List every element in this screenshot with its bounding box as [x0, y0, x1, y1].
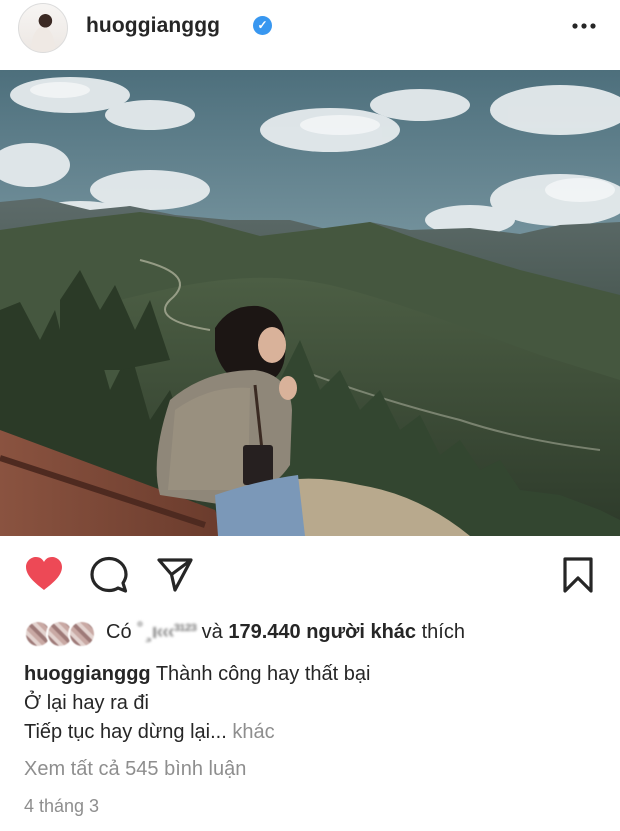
bookmark-icon[interactable] — [560, 556, 596, 594]
likes-count[interactable]: 179.440 người khác — [228, 621, 416, 643]
caption-more-link[interactable]: khác — [232, 721, 274, 743]
heart-filled-icon[interactable] — [24, 556, 64, 592]
action-bar — [0, 536, 620, 616]
likes-prefix: Có — [106, 621, 132, 643]
caption-line-1: Thành công hay thất bại — [155, 663, 371, 685]
verified-badge-icon: ✓ — [253, 16, 272, 35]
liker-avatars — [24, 620, 98, 648]
share-icon[interactable] — [156, 556, 194, 594]
more-options-icon[interactable] — [570, 16, 598, 36]
post-header: huoggianggg ✓ — [0, 0, 620, 66]
profile-avatar[interactable] — [18, 3, 68, 53]
header-username[interactable]: huoggianggg — [86, 14, 220, 38]
post-date: 4 tháng 3 — [24, 796, 100, 816]
post-photo[interactable] — [0, 70, 620, 536]
view-all-comments-link[interactable]: Xem tất cả 545 bình luận — [24, 758, 246, 781]
likes-row[interactable]: Có ˚ ̧ ı‹‹‹³¹²³ và 179.440 người khác th… — [24, 618, 614, 650]
caption-line-3: Tiếp tục hay dừng lại... — [24, 721, 227, 743]
caption-line-2: Ở lại hay ra đi — [24, 692, 149, 714]
liker-avatar — [68, 620, 96, 648]
comment-icon[interactable] — [90, 556, 128, 594]
likes-and: và — [201, 621, 223, 643]
post-caption: huoggianggg Thành công hay thất bại Ở lạ… — [24, 660, 604, 747]
likes-suffix: thích — [421, 621, 465, 643]
liker-username-blurred[interactable]: ˚ ̧ ı‹‹‹³¹²³ — [137, 621, 197, 644]
likes-text: Có ˚ ̧ ı‹‹‹³¹²³ và 179.440 người khác th… — [106, 621, 465, 644]
caption-username[interactable]: huoggianggg — [24, 663, 151, 685]
